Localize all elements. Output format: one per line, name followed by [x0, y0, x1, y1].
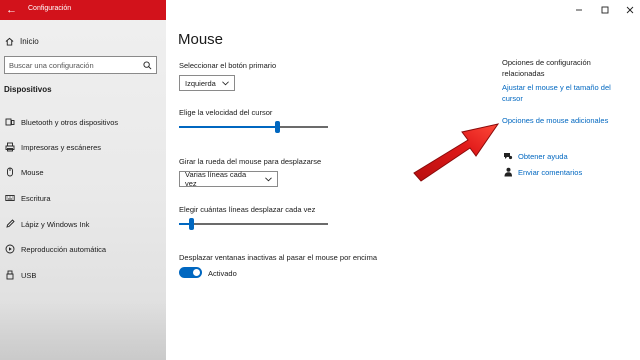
primary-button-label: Seleccionar el botón primario: [179, 61, 277, 70]
sidebar-item-label: Lápiz y Windows Ink: [21, 219, 90, 229]
back-arrow-icon[interactable]: ←: [6, 4, 18, 16]
slider-fill: [179, 126, 277, 128]
maximize-icon[interactable]: [600, 5, 610, 15]
sidebar-item-home[interactable]: Inicio: [5, 34, 39, 48]
sidebar-item-label: Reproducción automática: [21, 244, 107, 254]
app-title: Configuración: [28, 5, 72, 12]
slider-thumb[interactable]: [189, 218, 194, 230]
inactive-scroll-toggle[interactable]: [179, 267, 202, 278]
pen-icon: [6, 219, 15, 228]
scroll-wheel-value: Varias líneas cada vez: [185, 170, 247, 188]
sidebar-item-autoplay[interactable]: Reproducción automática: [5, 242, 106, 256]
page-title: Mouse: [178, 31, 224, 48]
sidebar-item-bluetooth[interactable]: Bluetooth y otros dispositivos: [5, 115, 118, 129]
inactive-scroll-label: Desplazar ventanas inactivas al pasar el…: [179, 253, 378, 262]
send-feedback-link[interactable]: Enviar comentarios: [518, 167, 582, 178]
primary-button-value: Izquierda: [185, 78, 216, 88]
sidebar-item-pen[interactable]: Lápiz y Windows Ink: [5, 217, 89, 231]
minimize-icon[interactable]: [574, 5, 584, 15]
scroll-wheel-dropdown[interactable]: Varias líneas cada vez: [179, 170, 278, 188]
related-settings-title: Opciones de configuración relacionadas: [502, 58, 591, 78]
sidebar-item-typing[interactable]: Escritura: [5, 191, 51, 205]
get-help-link[interactable]: Obtener ayuda: [518, 151, 568, 162]
sidebar-item-printers[interactable]: Impresoras y escáneres: [5, 140, 101, 154]
home-icon: [5, 37, 14, 46]
usb-icon: [6, 270, 14, 280]
close-icon[interactable]: [625, 5, 635, 15]
sidebar-item-label: Mouse: [21, 167, 44, 177]
sidebar-item-mouse[interactable]: Mouse: [5, 165, 44, 179]
scroll-wheel-label: Girar la rueda del mouse para desplazars…: [179, 157, 322, 166]
search-icon[interactable]: [143, 60, 152, 70]
adjust-mouse-cursor-link[interactable]: Ajustar el mouse y el tamaño del cursor: [502, 82, 626, 104]
toggle-knob: [193, 269, 200, 276]
mouse-icon: [7, 167, 13, 177]
sidebar-shadow: [0, 300, 166, 360]
bluetooth-icon: [5, 118, 15, 126]
slider-track: [179, 223, 328, 225]
chevron-down-icon: [221, 80, 229, 85]
search-input[interactable]: [9, 60, 139, 70]
sidebar-section-title: Dispositivos: [4, 85, 52, 94]
sidebar-item-home-label: Inicio: [20, 36, 39, 46]
primary-button-dropdown[interactable]: Izquierda: [179, 75, 235, 91]
sidebar-item-label: USB: [21, 270, 37, 280]
cursor-speed-slider[interactable]: [179, 121, 328, 133]
cursor-speed-label: Elige la velocidad del cursor: [179, 108, 273, 117]
scroll-lines-label: Elegir cuántas líneas desplazar cada vez: [179, 205, 316, 214]
autoplay-icon: [5, 244, 15, 254]
scroll-lines-slider[interactable]: [179, 218, 328, 230]
sidebar-item-label: Impresoras y escáneres: [21, 142, 102, 152]
slider-thumb[interactable]: [275, 121, 280, 133]
sidebar-item-label: Escritura: [21, 193, 51, 203]
annotation-arrow-icon: [413, 123, 500, 182]
search-box[interactable]: [4, 56, 157, 74]
title-bar-strip: [0, 0, 166, 20]
sidebar-item-usb[interactable]: USB: [5, 268, 36, 282]
sidebar-item-label: Bluetooth y otros dispositivos: [21, 117, 119, 127]
printer-icon: [5, 142, 15, 152]
inactive-scroll-state: Activado: [208, 269, 237, 278]
chevron-down-icon: [265, 176, 272, 181]
keyboard-icon: [5, 195, 15, 201]
additional-mouse-options-link[interactable]: Opciones de mouse adicionales: [502, 115, 608, 126]
